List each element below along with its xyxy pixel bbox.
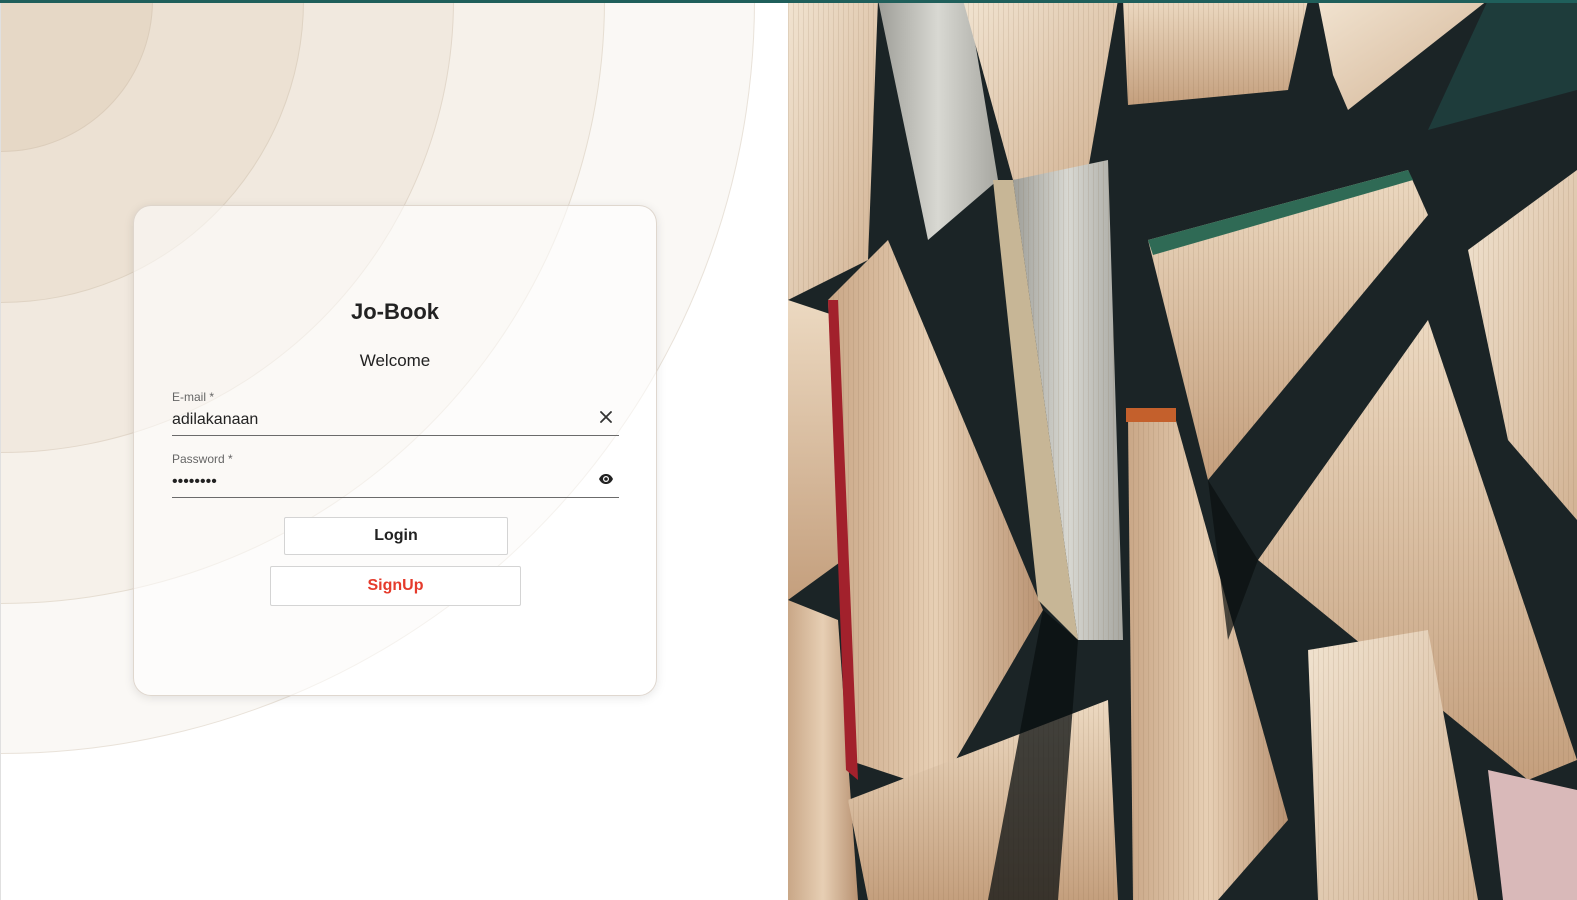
login-card: Jo-Book Welcome E-mail * Password * — [133, 205, 657, 696]
signup-button[interactable]: SignUp — [270, 566, 521, 606]
login-page: Jo-Book Welcome E-mail * Password * — [0, 0, 1577, 900]
welcome-text: Welcome — [359, 351, 431, 370]
password-field: Password * — [172, 452, 619, 498]
email-field: E-mail * — [172, 390, 619, 436]
email-label: E-mail * — [172, 390, 215, 404]
password-label: Password * — [172, 452, 233, 466]
close-icon[interactable] — [597, 408, 615, 426]
eye-icon[interactable] — [597, 470, 615, 488]
password-input[interactable] — [172, 471, 572, 493]
books-photo — [788, 0, 1577, 900]
email-input[interactable] — [172, 409, 572, 431]
login-pane: Jo-Book Welcome E-mail * Password * — [0, 0, 788, 900]
login-button[interactable]: Login — [284, 517, 508, 555]
app-title: Jo-Book — [351, 299, 439, 324]
top-accent-bar — [0, 0, 1577, 3]
